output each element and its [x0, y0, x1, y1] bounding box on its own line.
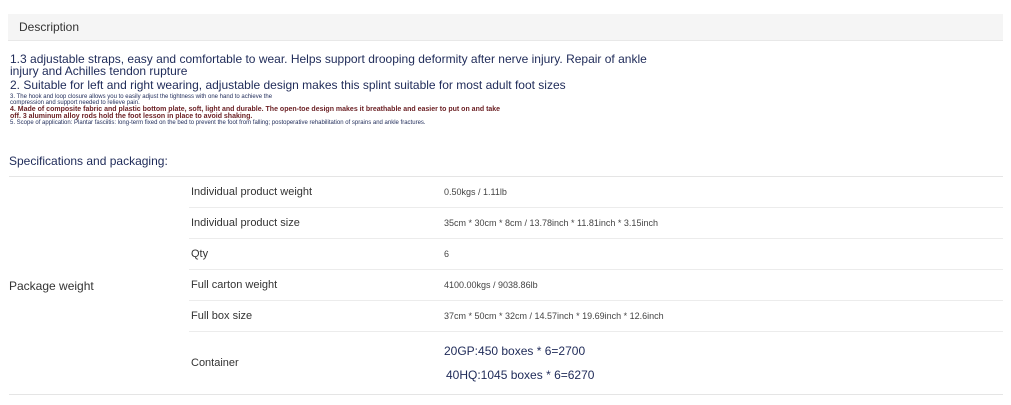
description-line-4a: 4. Made of composite fabric and plastic …: [10, 106, 501, 113]
spec-row: Individual product size 35cm * 30cm * 8c…: [189, 208, 1003, 239]
container-values: 20GP:450 boxes * 6=2700 40HQ:1045 boxes …: [444, 332, 594, 394]
spec-value: 4100.00kgs / 9038.86lb: [444, 280, 538, 290]
spec-key: Individual product size: [191, 217, 300, 229]
spec-value: 37cm * 50cm * 32cm / 14.57inch * 19.69in…: [444, 311, 664, 321]
spec-row: Full box size 37cm * 50cm * 32cm / 14.57…: [189, 301, 1003, 332]
specs-table: Package weight Individual product weight…: [9, 176, 1003, 395]
description-header: Description: [8, 14, 1003, 41]
spec-row: Full carton weight 4100.00kgs / 9038.86l…: [189, 270, 1003, 301]
spec-value: 6: [444, 249, 450, 259]
spec-key: Qty: [191, 248, 209, 260]
container-line-2: 40HQ:1045 boxes * 6=6270: [446, 368, 595, 382]
spec-row: Qty 6: [189, 239, 1003, 270]
description-line-2: 2. Suitable for left and right wearing, …: [10, 78, 566, 92]
description-title: Description: [19, 20, 80, 34]
container-line-1: 20GP:450 boxes * 6=2700: [444, 344, 586, 358]
description-line-5: 5. Scope of application: Plantar fasciit…: [10, 120, 426, 126]
description-line-4b: off. 3 aluminum alloy rods hold the foot…: [10, 113, 253, 120]
spec-key: Container: [191, 357, 239, 369]
spec-row-container: Container 20GP:450 boxes * 6=2700 40HQ:1…: [189, 332, 1003, 394]
spec-value: 0.50kgs / 1.11lb: [444, 187, 507, 197]
spec-key: Individual product weight: [191, 186, 313, 198]
specs-title: Specifications and packaging:: [9, 154, 168, 168]
spec-value: 35cm * 30cm * 8cm / 13.78inch * 11.81inc…: [444, 218, 658, 228]
spec-row: Individual product weight 0.50kgs / 1.11…: [189, 177, 1003, 208]
specs-rows: Individual product weight 0.50kgs / 1.11…: [189, 177, 1003, 394]
description-body: 1.3 adjustable straps, easy and comforta…: [10, 53, 1000, 126]
package-weight-label: Package weight: [9, 278, 94, 293]
spec-key: Full box size: [191, 310, 253, 322]
description-line-1b: injury and Achilles tendon rupture: [10, 64, 188, 78]
spec-key: Full carton weight: [191, 279, 278, 291]
